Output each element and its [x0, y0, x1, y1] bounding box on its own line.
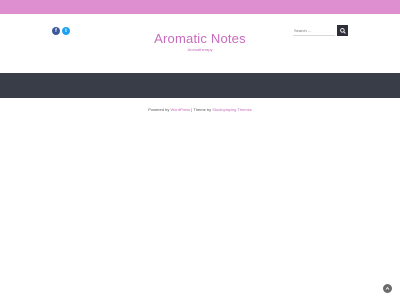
search-icon — [339, 27, 346, 34]
top-accent-bar — [0, 0, 400, 14]
navigation-bar — [0, 73, 400, 98]
footer-credit: Powered by WordPress | Theme by Studiopl… — [0, 107, 400, 112]
search-button[interactable] — [337, 25, 348, 36]
theme-by-text: | Theme by — [191, 107, 213, 112]
wordpress-link[interactable]: WordPress — [170, 107, 190, 112]
theme-author-link[interactable]: Studioplaying Themes — [212, 107, 252, 112]
arrow-up-icon — [385, 286, 390, 290]
scroll-to-top-button[interactable] — [383, 284, 392, 293]
site-tagline: Aromatherapy — [187, 47, 213, 52]
powered-by-text: Powered by — [148, 107, 170, 112]
search-form — [293, 25, 348, 36]
search-input[interactable] — [293, 25, 335, 36]
